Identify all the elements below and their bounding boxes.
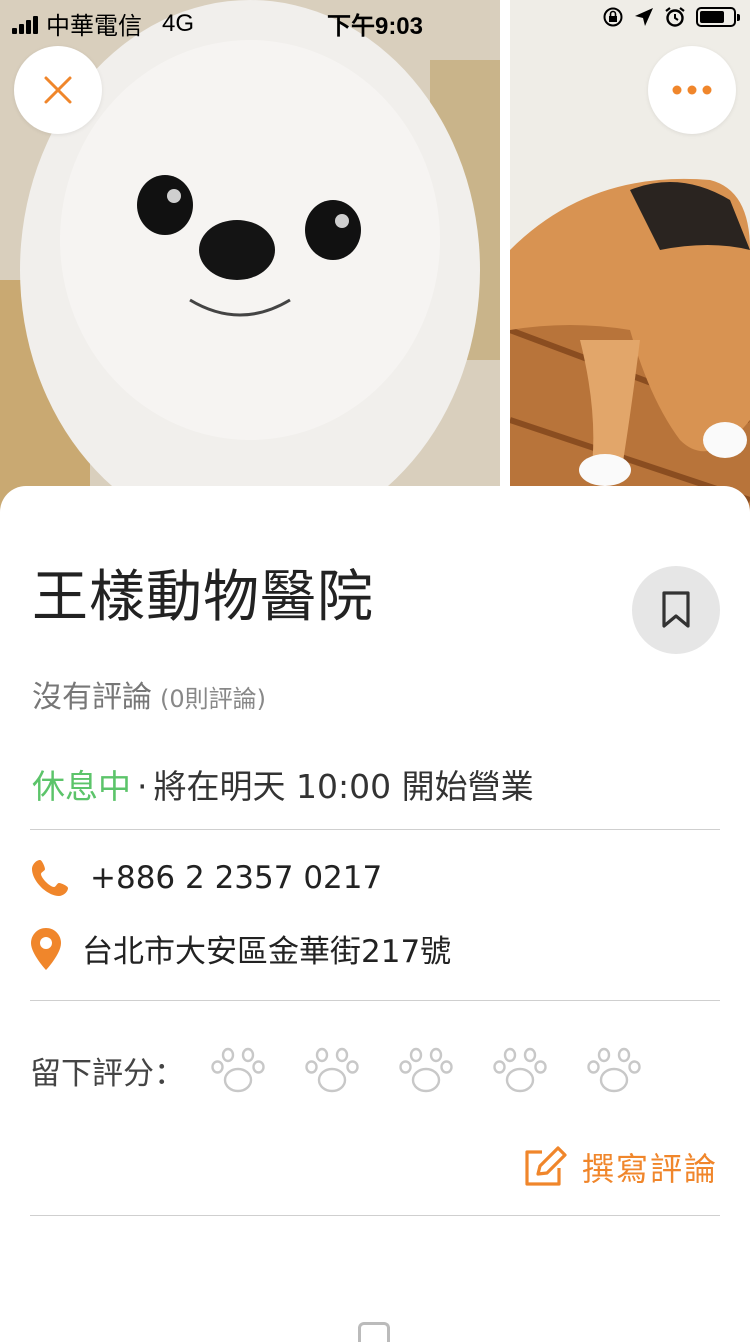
- battery-icon: [696, 7, 740, 27]
- paw-rating: [211, 1046, 641, 1094]
- more-options-button[interactable]: [648, 46, 736, 134]
- phone-icon: [32, 860, 68, 896]
- divider: [30, 1000, 720, 1001]
- hours-separator: ·: [137, 767, 148, 806]
- divider: [30, 1215, 720, 1216]
- place-name: 王樣動物醫院: [32, 565, 374, 630]
- opening-hours[interactable]: 休息中 · 將在明天 10:00 開始營業: [32, 760, 534, 808]
- paw-icon[interactable]: [211, 1046, 265, 1094]
- reviews-count: (0則評論): [160, 685, 266, 713]
- close-icon: [44, 76, 72, 104]
- paw-icon[interactable]: [305, 1046, 359, 1094]
- phone-number: +886 2 2357 0217: [90, 860, 383, 896]
- write-review-button[interactable]: 撰寫評論: [522, 1144, 718, 1190]
- next-open-time: 將在明天 10:00 開始營業: [153, 767, 534, 806]
- rating-row: 留下評分：: [30, 1046, 641, 1094]
- phone-row[interactable]: +886 2 2357 0217: [30, 858, 382, 898]
- rating-label: 留下評分：: [30, 1055, 185, 1092]
- write-review-label: 撰寫評論: [581, 1150, 718, 1188]
- more-icon: [672, 85, 712, 95]
- divider: [30, 829, 720, 830]
- status-bar: 中華電信 4G 下午9:03: [0, 0, 750, 40]
- place-info-sheet: 王樣動物醫院 沒有評論 (0則評論) 休息中 · 將在明天 10:00 開始營業 +8…: [0, 486, 750, 1342]
- address-row[interactable]: 台北市大安區金華街217號: [30, 926, 451, 971]
- next-section-icon: [358, 1322, 390, 1342]
- paw-icon[interactable]: [493, 1046, 547, 1094]
- reviews-summary[interactable]: 沒有評論 (0則評論): [32, 672, 266, 716]
- reviews-label: 沒有評論: [32, 680, 152, 715]
- alarm-icon: [665, 7, 685, 27]
- address-text: 台北市大安區金華街217號: [82, 934, 452, 970]
- open-status: 休息中: [32, 767, 131, 806]
- paw-icon[interactable]: [587, 1046, 641, 1094]
- rotation-lock-icon: [603, 7, 623, 27]
- bookmark-button[interactable]: [632, 566, 720, 654]
- paw-icon[interactable]: [399, 1046, 453, 1094]
- location-pin-icon: [31, 927, 61, 970]
- status-right: [602, 6, 740, 28]
- battery-fill: [700, 11, 724, 23]
- edit-icon: [525, 1146, 567, 1186]
- close-button[interactable]: [14, 46, 102, 134]
- location-arrow-icon: [635, 8, 653, 26]
- bookmark-icon: [662, 591, 690, 628]
